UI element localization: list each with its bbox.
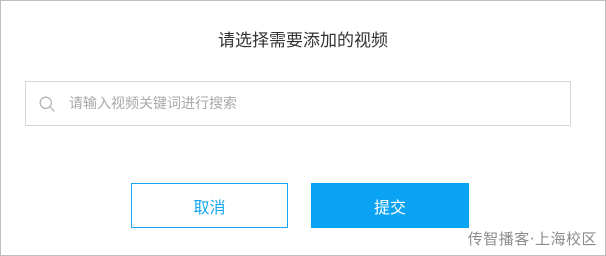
submit-button[interactable]: 提交 [311,183,469,228]
search-icon [39,96,55,112]
add-video-dialog: 请选择需要添加的视频 取消 提交 传智播客·上海校区 [0,0,606,256]
dialog-title: 请选择需要添加的视频 [218,31,388,51]
search-input[interactable] [69,82,570,125]
watermark-text: 传智播客·上海校区 [467,230,597,248]
search-box[interactable] [25,81,571,126]
cancel-button[interactable]: 取消 [131,183,288,228]
